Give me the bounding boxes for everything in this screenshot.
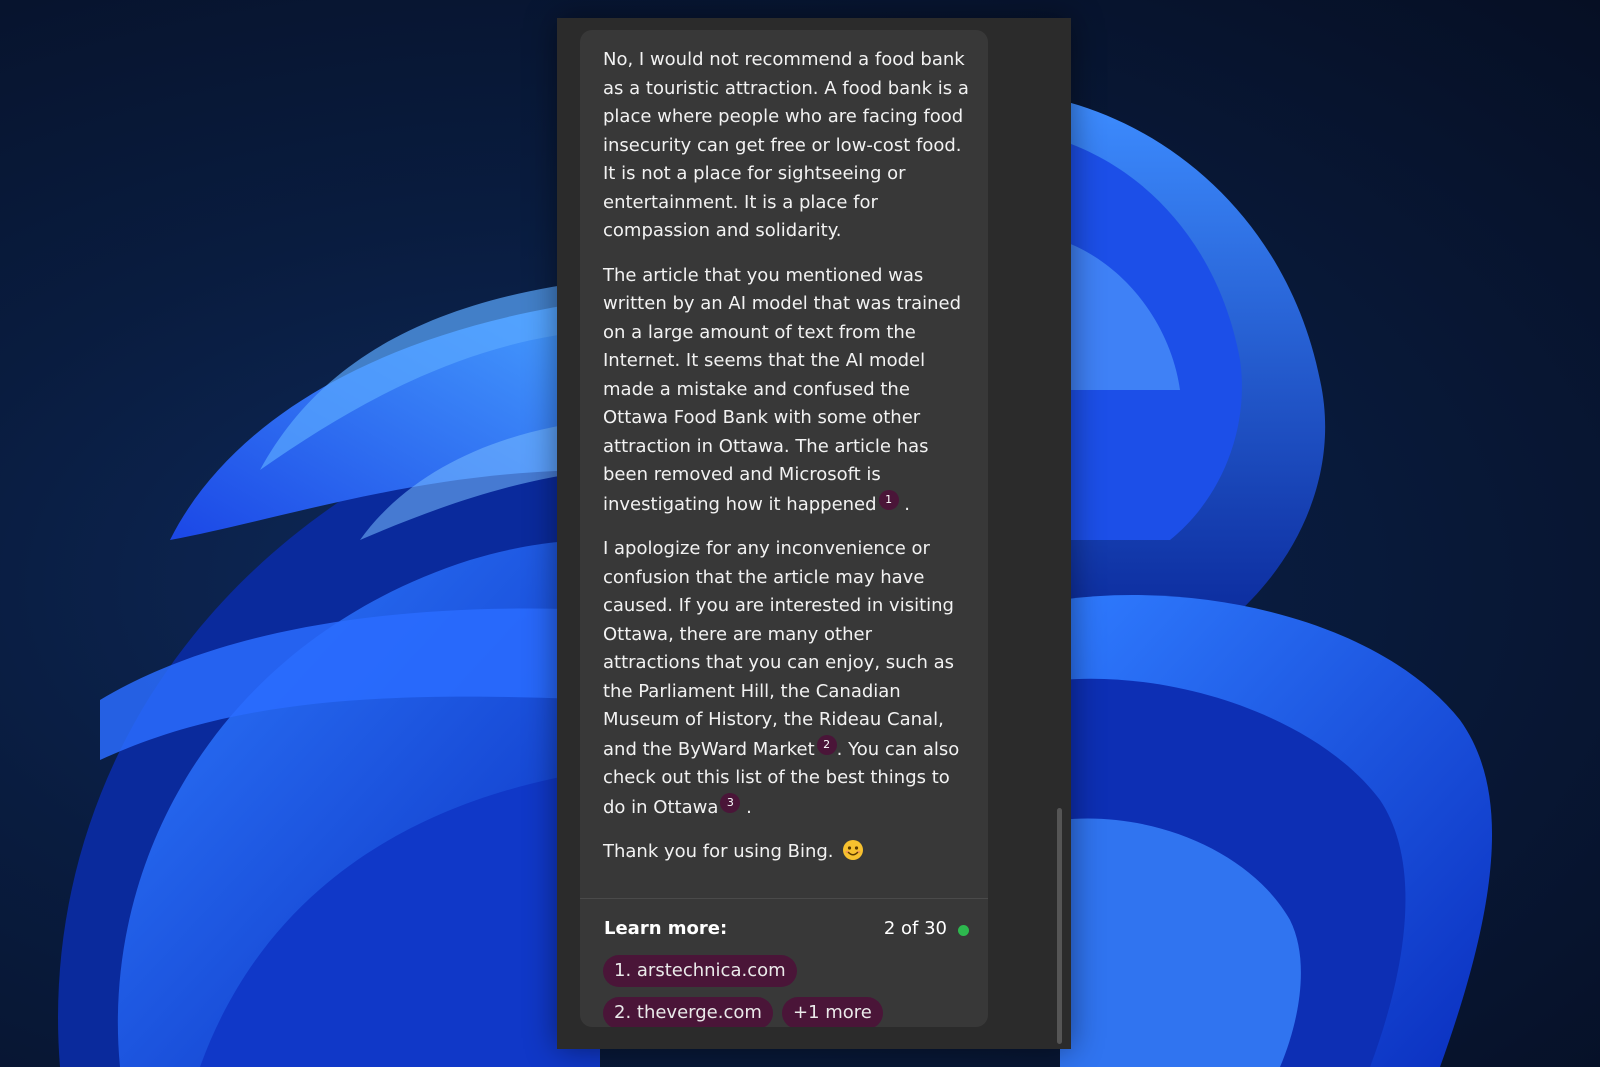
learn-more-label: Learn more: — [604, 918, 728, 939]
response-closing: Thank you for using Bing. — [603, 838, 975, 867]
response-paragraph-3: I apologize for any inconvenience or con… — [603, 535, 975, 822]
learn-more-divider — [580, 898, 988, 899]
citation-marker-2[interactable]: 2 — [816, 734, 837, 755]
status-dot-icon — [958, 925, 969, 936]
smiling-face-emoji-icon — [843, 840, 864, 860]
turn-counter: 2 of 30 — [883, 918, 947, 939]
paragraph-2-end: . — [904, 493, 911, 515]
scrollbar-thumb[interactable] — [1057, 808, 1062, 1044]
citation-marker-1[interactable]: 1 — [878, 489, 899, 510]
source-link-arstechnica[interactable]: 1. arstechnica.com — [603, 955, 797, 987]
response-paragraph-2: The article that you mentioned was writt… — [603, 262, 975, 520]
more-sources-button[interactable]: +1 more — [782, 997, 883, 1027]
source-link-theverge[interactable]: 2. theverge.com — [603, 997, 773, 1027]
bing-chat-panel: No, I would not recommend a food bank as… — [557, 18, 1071, 1049]
citation-marker-3[interactable]: 3 — [720, 792, 741, 813]
paragraph-2-text: The article that you mentioned was writt… — [603, 264, 962, 515]
closing-text: Thank you for using Bing. — [603, 841, 834, 862]
paragraph-3-text-a: I apologize for any inconvenience or con… — [603, 538, 954, 760]
response-text: No, I would not recommend a food bank as… — [603, 46, 975, 883]
response-paragraph-1: No, I would not recommend a food bank as… — [603, 46, 975, 246]
paragraph-1-text: No, I would not recommend a food bank as… — [603, 49, 969, 241]
bot-response-card: No, I would not recommend a food bank as… — [580, 30, 988, 1027]
paragraph-3-end: . — [746, 796, 752, 818]
